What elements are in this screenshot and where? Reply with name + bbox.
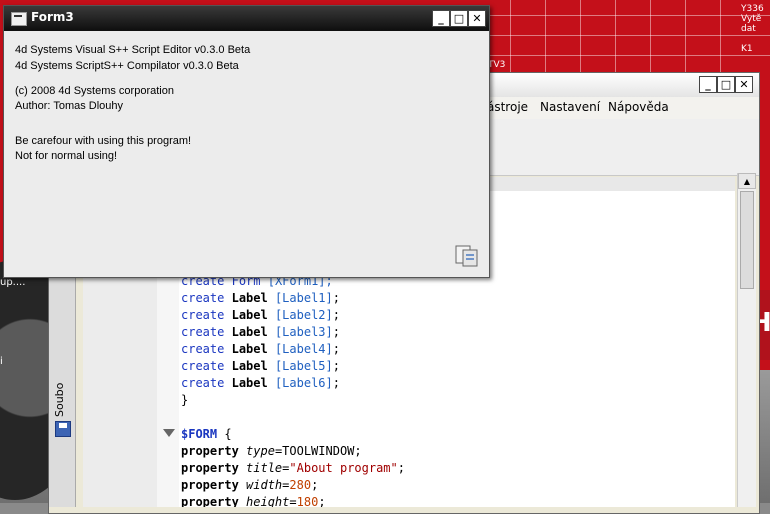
code-line: property type=TOOLWINDOW; (181, 444, 362, 458)
menu-nastroje[interactable]: ástroje (487, 100, 528, 114)
vertical-scrollbar[interactable]: ▲ (737, 173, 756, 507)
form3-maximize-button[interactable]: □ (450, 10, 468, 27)
code-line: create Label [Label6]; (181, 376, 340, 390)
scroll-up-button[interactable]: ▲ (738, 173, 756, 189)
warning-text-2: Not for normal using! (15, 150, 118, 162)
form3-titlebar: Form3 _ □ ✕ (4, 6, 489, 31)
editor-minimize-button[interactable]: _ (699, 76, 717, 93)
fold-toggle-icon[interactable] (163, 429, 175, 437)
desktop-tv3-label: TV3 (488, 60, 506, 70)
author-text: Author: Tomas Dlouhy (15, 100, 124, 112)
code-line: property title="About program"; (181, 461, 405, 475)
version-compilator-text: 4d Systems ScriptS++ Compilator v0.3.0 B… (15, 60, 239, 72)
code-line: create Label [Label2]; (181, 308, 340, 322)
menu-napoveda[interactable]: Nápověda (608, 100, 669, 114)
save-icon[interactable] (55, 421, 71, 437)
desktop-i-label: i (0, 356, 3, 367)
form3-dialog: Form3 _ □ ✕ 4d Systems Visual S++ Script… (3, 5, 490, 278)
form3-title: Form3 (31, 10, 74, 24)
code-line: property height=180; (181, 495, 326, 507)
menu-nastaveni[interactable]: Nastavení (540, 100, 600, 114)
warning-text: Be carefour with using this program! (15, 135, 192, 147)
editor-close-button[interactable]: ✕ (735, 76, 753, 93)
code-line: } (181, 393, 189, 407)
form3-minimize-button[interactable]: _ (432, 10, 450, 27)
copyright-text: (c) 2008 4d Systems corporation (15, 85, 174, 97)
scroll-thumb[interactable] (740, 191, 754, 289)
code-line: create Label [Label3]; (181, 325, 340, 339)
code-line: create Label [Label5]; (181, 359, 340, 373)
form3-close-button[interactable]: ✕ (468, 10, 486, 27)
copy-icon (455, 245, 478, 267)
tab-soubor[interactable]: Soubo (53, 347, 71, 417)
desktop-dots-label: up.... (0, 277, 26, 288)
desktop-right-labels: Y336 Vytě dat K1 (741, 4, 764, 54)
code-line: $FORM { (181, 427, 232, 441)
editor-maximize-button[interactable]: □ (717, 76, 735, 93)
version-editor-text: 4d Systems Visual S++ Script Editor v0.3… (15, 44, 251, 56)
code-line: property width=280; (181, 478, 319, 492)
code-line: create Label [Label1]; (181, 291, 340, 305)
code-line: create Label [Label4]; (181, 342, 340, 356)
window-icon (11, 12, 27, 26)
